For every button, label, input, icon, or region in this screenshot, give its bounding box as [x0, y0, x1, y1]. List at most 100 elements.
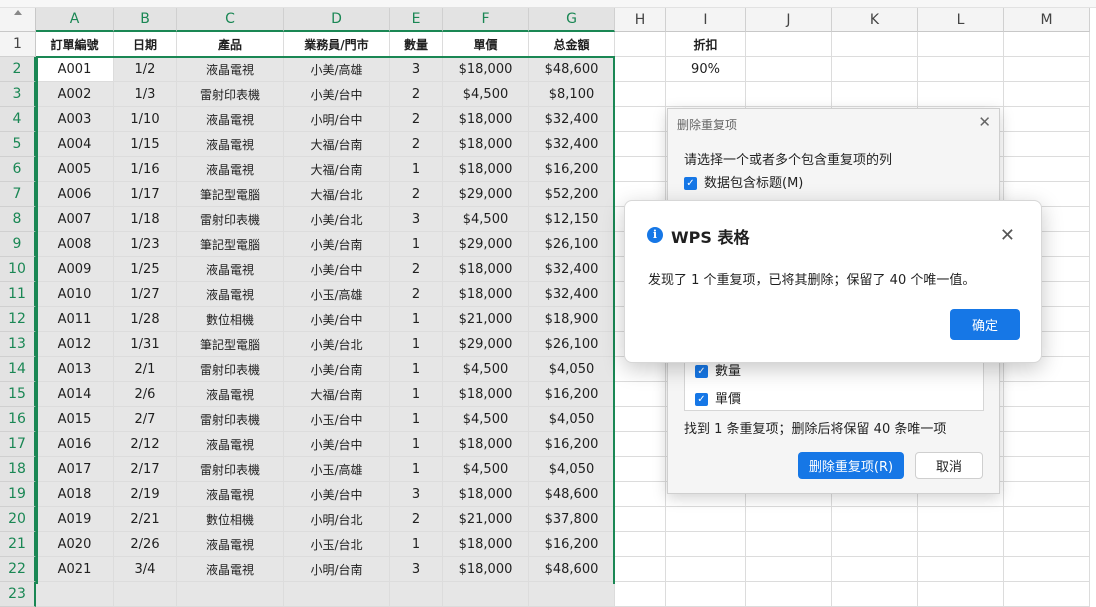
data-cell[interactable]: $29,000	[443, 232, 529, 257]
data-cell[interactable]: 1	[390, 407, 443, 432]
data-cell[interactable]: 1/10	[114, 107, 177, 132]
cell[interactable]	[1004, 482, 1090, 507]
data-cell[interactable]: 小美/台中	[284, 257, 390, 282]
data-cell[interactable]: 1	[390, 532, 443, 557]
data-cell[interactable]: 3/4	[114, 557, 177, 582]
data-cell[interactable]: A005	[36, 157, 114, 182]
data-cell[interactable]: 小玉/台北	[284, 532, 390, 557]
header-cell[interactable]: 數量	[390, 32, 443, 57]
data-cell[interactable]: A001	[36, 57, 114, 82]
data-cell[interactable]: $18,900	[529, 307, 615, 332]
data-cell[interactable]: 液晶電視	[177, 132, 284, 157]
data-cell[interactable]: 小玉/台中	[284, 407, 390, 432]
data-cell[interactable]: A021	[36, 557, 114, 582]
cell[interactable]	[832, 507, 918, 532]
cell[interactable]	[1004, 57, 1090, 82]
data-cell[interactable]: 2	[390, 132, 443, 157]
cell[interactable]	[615, 407, 666, 432]
cell[interactable]	[918, 507, 1004, 532]
data-cell[interactable]: 小明/台中	[284, 107, 390, 132]
row-header[interactable]: 18	[0, 457, 36, 482]
cell[interactable]	[832, 32, 918, 57]
data-cell[interactable]: 筆記型電腦	[177, 332, 284, 357]
cell[interactable]	[666, 82, 746, 107]
column-header-m[interactable]: M	[1004, 8, 1090, 32]
row-header[interactable]: 6	[0, 157, 36, 182]
cell[interactable]	[832, 57, 918, 82]
data-cell[interactable]: 雷射印表機	[177, 457, 284, 482]
data-cell[interactable]: $48,600	[529, 557, 615, 582]
data-cell[interactable]: 2/26	[114, 532, 177, 557]
data-cell[interactable]: $37,800	[529, 507, 615, 532]
row-header[interactable]: 20	[0, 507, 36, 532]
data-cell[interactable]: 小美/高雄	[284, 57, 390, 82]
column-header-l[interactable]: L	[918, 8, 1004, 32]
cell[interactable]	[666, 582, 746, 607]
data-cell[interactable]: 液晶電視	[177, 482, 284, 507]
cell[interactable]	[746, 57, 832, 82]
column-header-h[interactable]: H	[615, 8, 666, 32]
data-cell[interactable]: 小美/台南	[284, 357, 390, 382]
row-header[interactable]: 22	[0, 557, 36, 582]
row-header[interactable]: 5	[0, 132, 36, 157]
data-cell[interactable]: $48,600	[529, 57, 615, 82]
cell[interactable]	[1004, 132, 1090, 157]
header-checkbox[interactable]: ✓ 数据包含标题(M)	[684, 172, 803, 191]
cell[interactable]	[615, 507, 666, 532]
cell[interactable]	[746, 582, 832, 607]
data-cell[interactable]: 2/1	[114, 357, 177, 382]
cell[interactable]	[615, 557, 666, 582]
data-cell[interactable]: 2/17	[114, 457, 177, 482]
cell[interactable]	[1004, 457, 1090, 482]
cell[interactable]	[832, 582, 918, 607]
data-cell[interactable]: 1/27	[114, 282, 177, 307]
data-cell[interactable]: $21,000	[443, 307, 529, 332]
data-cell[interactable]: A013	[36, 357, 114, 382]
data-cell[interactable]: 液晶電視	[177, 157, 284, 182]
data-cell[interactable]: 2/6	[114, 382, 177, 407]
data-cell[interactable]: 液晶電視	[177, 557, 284, 582]
column-header-c[interactable]: C	[177, 8, 284, 32]
row-header[interactable]: 14	[0, 357, 36, 382]
cell[interactable]	[1004, 107, 1090, 132]
data-cell[interactable]: 1/18	[114, 207, 177, 232]
column-header-b[interactable]: B	[114, 8, 177, 32]
data-cell[interactable]: $32,400	[529, 257, 615, 282]
data-cell[interactable]: $32,400	[529, 282, 615, 307]
cell[interactable]	[1004, 157, 1090, 182]
data-cell[interactable]: $18,000	[443, 57, 529, 82]
column-header-d[interactable]: D	[284, 8, 390, 32]
data-cell[interactable]: 1	[390, 382, 443, 407]
data-cell[interactable]: 大福/台南	[284, 157, 390, 182]
cell[interactable]	[1004, 432, 1090, 457]
data-cell[interactable]: $26,100	[529, 232, 615, 257]
data-cell[interactable]: 2/19	[114, 482, 177, 507]
row-header[interactable]: 12	[0, 307, 36, 332]
data-cell[interactable]	[390, 582, 443, 607]
data-cell[interactable]: $8,100	[529, 82, 615, 107]
row-header[interactable]: 2	[0, 57, 36, 82]
data-cell[interactable]: 液晶電視	[177, 532, 284, 557]
data-cell[interactable]: 小玉/高雄	[284, 457, 390, 482]
cell[interactable]	[918, 582, 1004, 607]
data-cell[interactable]: $18,000	[443, 432, 529, 457]
header-cell[interactable]: 業務員/門市	[284, 32, 390, 57]
cell[interactable]	[746, 82, 832, 107]
data-cell[interactable]: 小美/台北	[284, 332, 390, 357]
cell[interactable]	[615, 107, 666, 132]
data-cell[interactable]: $4,050	[529, 407, 615, 432]
data-cell[interactable]: 小美/台南	[284, 232, 390, 257]
cell[interactable]	[1004, 382, 1090, 407]
data-cell[interactable]: 1	[390, 332, 443, 357]
data-cell[interactable]: 2	[390, 507, 443, 532]
data-cell[interactable]: 雷射印表機	[177, 207, 284, 232]
data-cell[interactable]	[529, 582, 615, 607]
cell[interactable]	[1004, 582, 1090, 607]
data-cell[interactable]: A017	[36, 457, 114, 482]
cell[interactable]	[666, 532, 746, 557]
discount-label-cell[interactable]: 折扣	[666, 32, 746, 57]
data-cell[interactable]	[443, 582, 529, 607]
data-cell[interactable]: 小美/台中	[284, 482, 390, 507]
data-cell[interactable]: $16,200	[529, 432, 615, 457]
cell[interactable]	[1004, 557, 1090, 582]
